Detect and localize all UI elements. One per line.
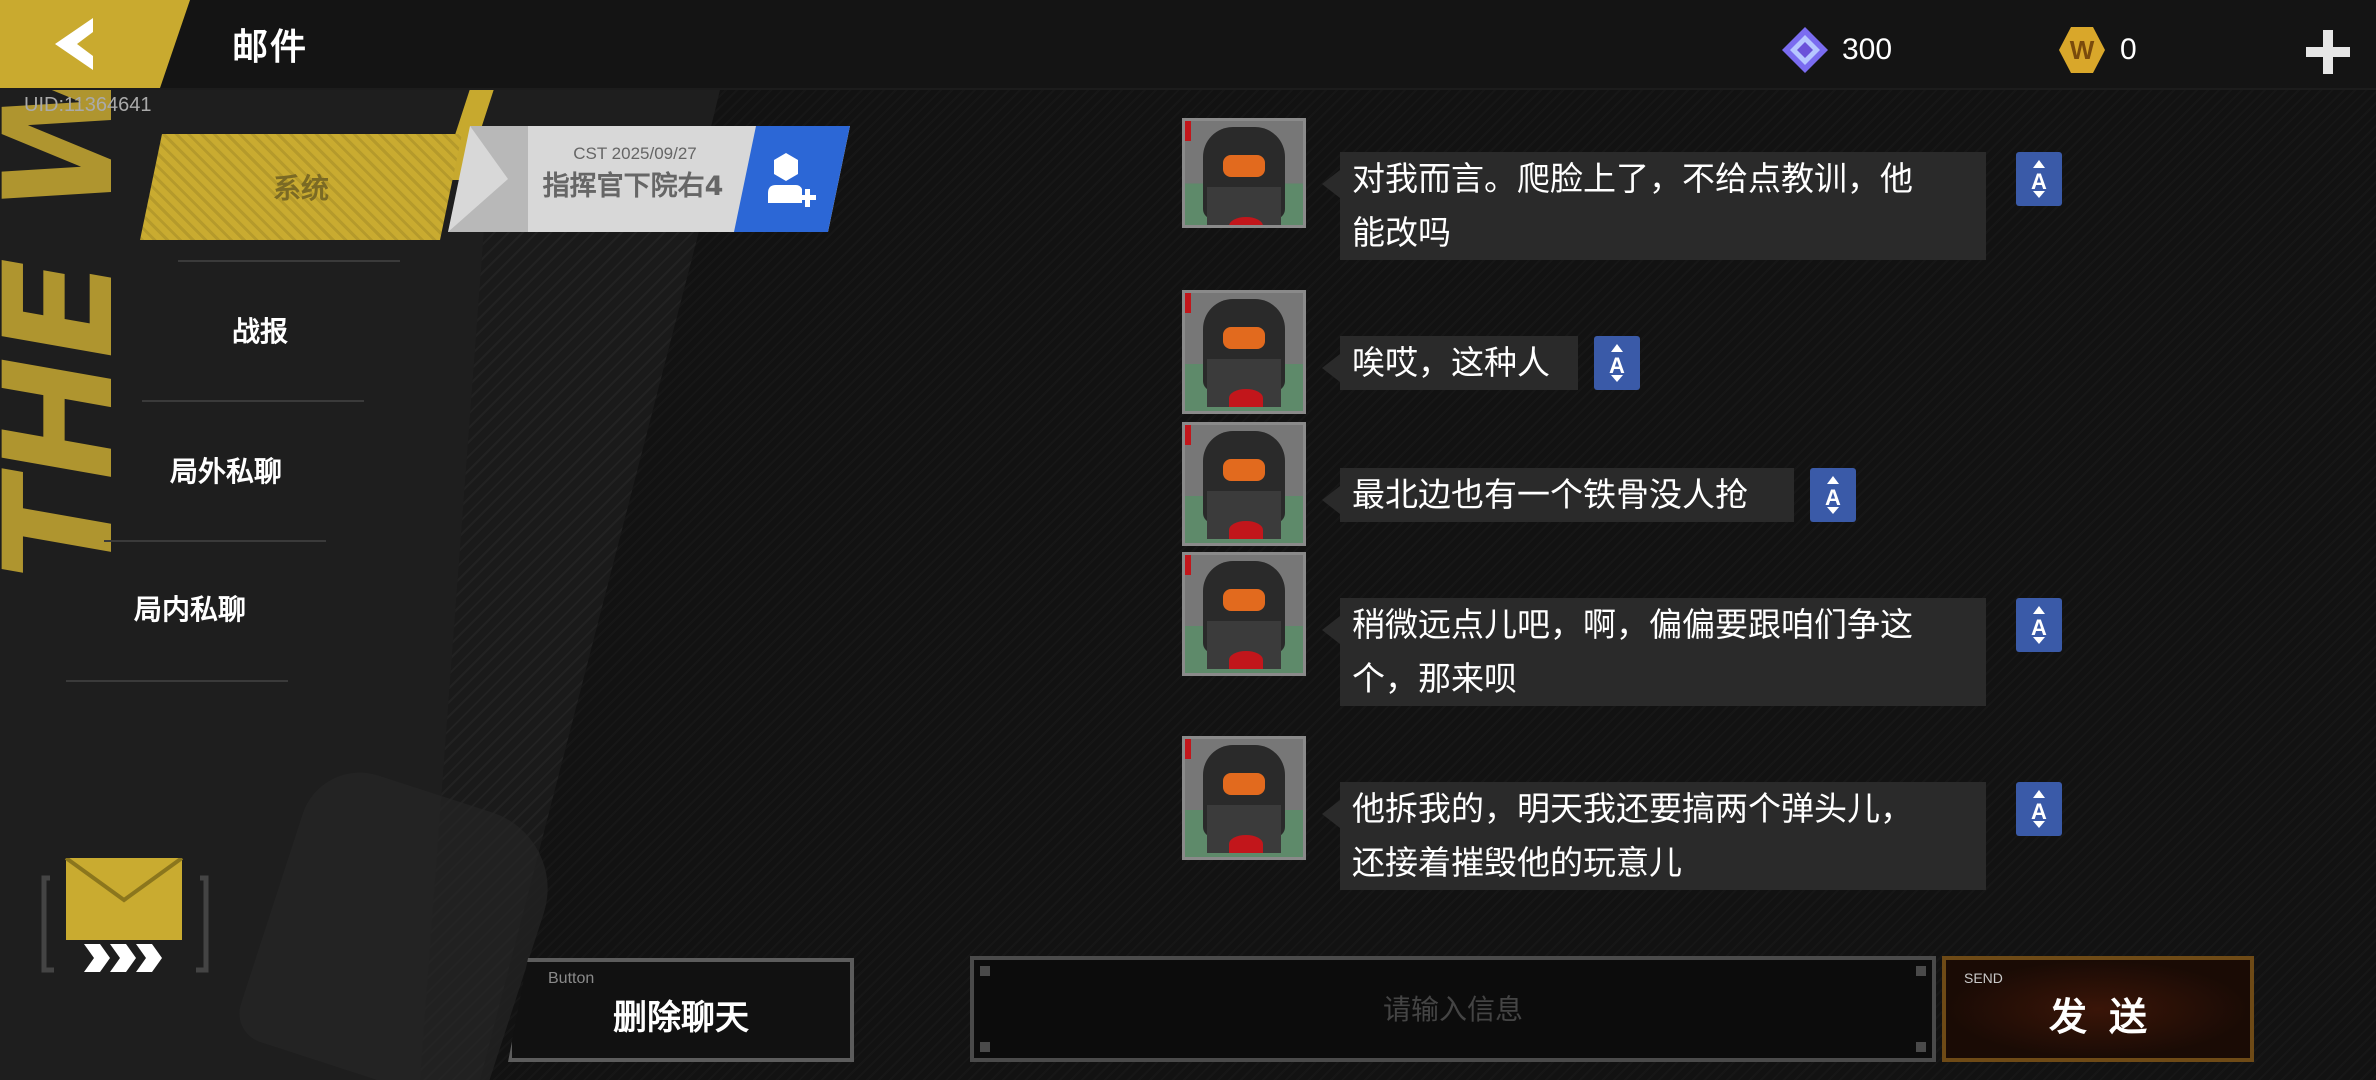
message-text-line: 最北边也有一个铁骨没人抢: [1352, 475, 1748, 514]
tab-divider: [142, 400, 364, 402]
message-text-line: 还接着摧毁他的玩意儿: [1352, 843, 1682, 882]
top-bar: 邮件 300 W 0: [0, 0, 2376, 90]
tab-ingame-chat-label: 局内私聊: [133, 593, 246, 626]
translate-button[interactable]: A: [1594, 336, 1640, 390]
avatar[interactable]: [1182, 736, 1306, 860]
input-corner: [980, 966, 990, 976]
translate-icon: A: [2031, 606, 2047, 644]
contact-name: 指挥官下院右4: [542, 171, 724, 202]
diamond-icon: [1782, 27, 1828, 73]
tab-system[interactable]: 系统: [140, 134, 462, 240]
user-id: UID:11364641: [24, 94, 152, 116]
add-friend-icon: [768, 153, 816, 207]
contact-card[interactable]: CST 2025/09/27 指挥官下院右4: [448, 126, 850, 232]
svg-text:W: W: [2070, 35, 2095, 65]
currency-diamond[interactable]: 300: [1780, 24, 1892, 76]
message-bubble: 最北边也有一个铁骨没人抢: [1322, 468, 1794, 522]
translate-button[interactable]: A: [2016, 598, 2062, 652]
message-text-line: 稍微远点儿吧，啊，偏偏要跟咱们争这: [1352, 605, 1913, 644]
tab-outgame-chat[interactable]: 局外私聊: [116, 430, 336, 510]
svg-text:A: A: [2031, 615, 2047, 640]
tab-outgame-chat-label: 局外私聊: [169, 455, 282, 488]
avatar[interactable]: [1182, 118, 1306, 228]
tab-divider: [178, 260, 400, 262]
tab-system-label: 系统: [272, 172, 329, 205]
svg-text:A: A: [2031, 799, 2047, 824]
message-bubble: 对我而言。爬脸上了，不给点教训，他 能改吗: [1322, 152, 1986, 260]
w-coin-icon: W: [2059, 27, 2105, 73]
send-button[interactable]: SEND 发送: [1942, 956, 2254, 1062]
svg-text:A: A: [1609, 353, 1625, 378]
tab-battle-report[interactable]: 战报: [150, 290, 370, 370]
message-text-line: 他拆我的，明天我还要搞两个弹头儿，: [1352, 789, 1913, 828]
translate-button[interactable]: A: [2016, 152, 2062, 206]
message-text-line: 唉哎，这种人: [1352, 343, 1550, 382]
translate-icon: A: [2031, 160, 2047, 198]
tab-divider: [104, 540, 326, 542]
svg-text:A: A: [2031, 169, 2047, 194]
message-bubble: 稍微远点儿吧，啊，偏偏要跟咱们争这 个，那来呗: [1322, 598, 1986, 706]
diamond-count: 300: [1842, 33, 1893, 66]
message-bubble: 唉哎，这种人: [1322, 336, 1578, 390]
delete-chat-label: 删除聊天: [613, 998, 749, 1038]
send-sublabel: SEND: [1964, 970, 2003, 986]
translate-icon: A: [1609, 344, 1625, 382]
avatar[interactable]: [1182, 290, 1306, 414]
translate-icon: A: [1825, 476, 1841, 514]
send-label: 发送: [2048, 995, 2169, 1039]
input-corner: [1916, 966, 1926, 976]
input-corner: [1916, 1042, 1926, 1052]
page-title: 邮件: [232, 27, 309, 68]
avatar[interactable]: [1182, 422, 1306, 546]
back-arrow-icon: [55, 18, 93, 70]
translate-button[interactable]: A: [2016, 782, 2062, 836]
message-input-box: [970, 956, 1936, 1062]
tab-battle-report-label: 战报: [231, 315, 288, 348]
message-text-line: 能改吗: [1352, 213, 1451, 252]
message-input[interactable]: [974, 960, 1932, 1058]
message-text-line: 个，那来呗: [1352, 659, 1517, 698]
tab-divider: [66, 680, 288, 682]
delete-chat-sublabel: Button: [548, 970, 595, 987]
currency-w-coin[interactable]: W 0: [2056, 24, 2137, 76]
tab-ingame-chat[interactable]: 局内私聊: [80, 568, 300, 648]
back-button[interactable]: [0, 0, 190, 88]
delete-chat-button[interactable]: Button 删除聊天: [508, 958, 854, 1062]
input-corner: [980, 1042, 990, 1052]
contact-date: CST 2025/09/27: [573, 144, 697, 163]
mail-icon[interactable]: [40, 858, 210, 978]
svg-text:A: A: [1825, 485, 1841, 510]
plus-icon[interactable]: [2304, 28, 2352, 76]
message-bubble: 他拆我的，明天我还要搞两个弹头儿， 还接着摧毁他的玩意儿: [1322, 782, 1986, 890]
avatar[interactable]: [1182, 552, 1306, 676]
translate-icon: A: [2031, 790, 2047, 828]
translate-button[interactable]: A: [1810, 468, 1856, 522]
message-text-line: 对我而言。爬脸上了，不给点教训，他: [1352, 159, 1913, 198]
w-coin-count: 0: [2120, 33, 2137, 66]
